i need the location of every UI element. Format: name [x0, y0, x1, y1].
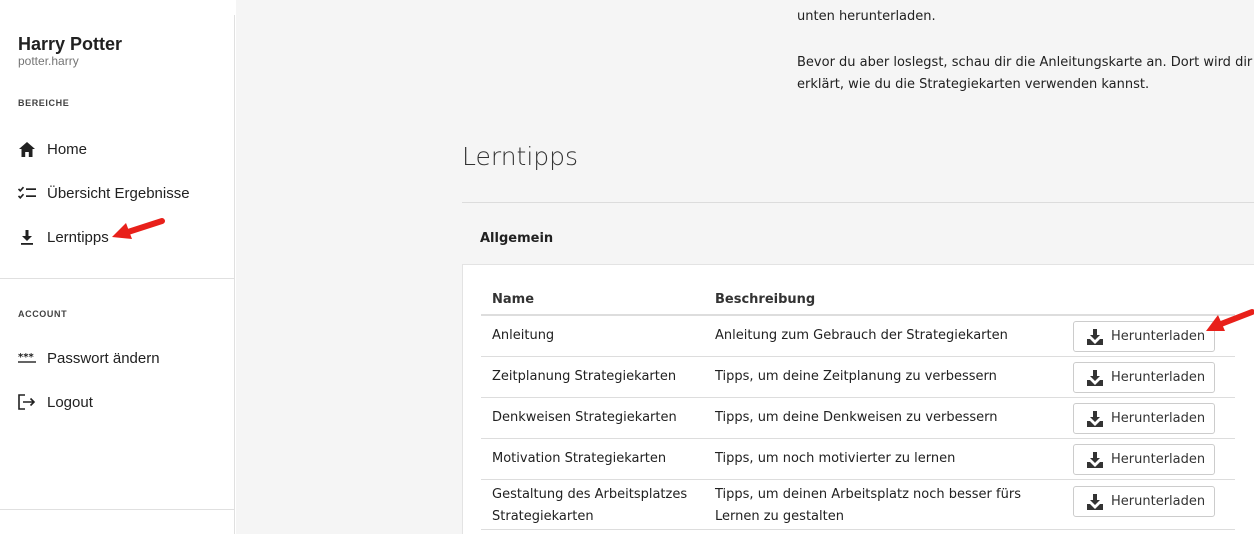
row-name: Anleitung: [492, 328, 555, 343]
table-row: Zeitplanung Strategiekarten Tipps, um de…: [481, 357, 1235, 398]
table-row: Gestaltung des Arbeitsplatzes Strategiek…: [481, 480, 1235, 530]
sidebar-item-home[interactable]: Home: [0, 131, 234, 167]
intro-text-line: unten herunterladen.: [797, 9, 936, 24]
checklist-icon: [18, 184, 36, 202]
row-name: Motivation Strategiekarten: [492, 451, 667, 466]
download-button[interactable]: Herunterladen: [1073, 444, 1215, 475]
password-icon: ***: [18, 349, 36, 367]
row-name: Zeitplanung Strategiekarten: [492, 369, 677, 384]
section-subheading: Allgemein: [480, 231, 554, 246]
download-button-label: Herunterladen: [1111, 452, 1206, 467]
download-icon: [1087, 411, 1103, 427]
column-header-beschreibung: Beschreibung: [715, 292, 816, 307]
download-button-label: Herunterladen: [1111, 370, 1206, 385]
download-button-label: Herunterladen: [1111, 411, 1206, 426]
row-description: Tipps, um deine Denkweisen zu verbessern: [715, 410, 998, 425]
table-header: Name Beschreibung: [481, 289, 1235, 316]
row-description: Anleitung zum Gebrauch der Strategiekart…: [715, 328, 1008, 343]
row-description: Tipps, um noch motivierter zu lernen: [715, 451, 956, 466]
user-name: Harry Potter: [18, 34, 123, 54]
sidebar-divider: [0, 509, 234, 510]
main-content: unten herunterladen. Bevor du aber losle…: [236, 0, 1254, 534]
sidebar-item-label: Passwort ändern: [47, 349, 160, 367]
table-row: Anleitung Anleitung zum Gebrauch der Str…: [481, 316, 1235, 357]
download-button[interactable]: Herunterladen: [1073, 403, 1215, 434]
app-window: Harry Potter potter.harry BEREICHE Home …: [0, 0, 1254, 534]
logout-icon: [18, 393, 36, 411]
download-icon: [1087, 329, 1103, 345]
sidebar-item-label: Übersicht Ergebnisse: [47, 184, 190, 202]
sidebar-divider: [0, 278, 234, 279]
sidebar-item-uebersicht-ergebnisse[interactable]: Übersicht Ergebnisse: [0, 175, 234, 211]
section-label-account: ACCOUNT: [18, 309, 68, 319]
sidebar-item-label: Logout: [47, 393, 93, 411]
download-icon: [1087, 370, 1103, 386]
downloads-table: Name Beschreibung Anleitung Anleitung zu…: [481, 289, 1235, 530]
title-divider: [462, 202, 1254, 203]
sidebar-item-label: Lerntipps: [47, 228, 109, 246]
column-header-name: Name: [492, 292, 535, 307]
download-button-label: Herunterladen: [1111, 494, 1206, 509]
sidebar: Harry Potter potter.harry BEREICHE Home …: [0, 15, 235, 534]
download-button[interactable]: Herunterladen: [1073, 362, 1215, 393]
sidebar-item-logout[interactable]: Logout: [0, 384, 234, 420]
page-title: Lerntipps: [462, 142, 579, 171]
download-icon: [18, 228, 36, 246]
table-row: Motivation Strategiekarten Tipps, um noc…: [481, 439, 1235, 480]
row-name: Gestaltung des Arbeitsplatzes Strategiek…: [492, 487, 688, 524]
table-row: Denkweisen Strategiekarten Tipps, um dei…: [481, 398, 1235, 439]
row-description: Tipps, um deine Zeitplanung zu verbesser…: [715, 369, 997, 384]
download-button-label: Herunterladen: [1111, 329, 1206, 344]
intro-paragraph: Bevor du aber loslegst, schau dir die An…: [797, 55, 1253, 92]
row-description: Tipps, um deinen Arbeitsplatz noch besse…: [715, 487, 1021, 524]
home-icon: [18, 140, 36, 158]
downloads-card: Name Beschreibung Anleitung Anleitung zu…: [462, 264, 1254, 534]
download-button[interactable]: Herunterladen: [1073, 486, 1215, 517]
download-icon: [1087, 494, 1103, 510]
sidebar-item-passwort-aendern[interactable]: *** Passwort ändern: [0, 340, 234, 376]
download-button[interactable]: Herunterladen: [1073, 321, 1215, 352]
download-icon: [1087, 452, 1103, 468]
sidebar-item-label: Home: [47, 140, 88, 158]
row-name: Denkweisen Strategiekarten: [492, 410, 677, 425]
sidebar-item-lerntipps[interactable]: Lerntipps: [0, 219, 234, 255]
section-label-bereiche: BEREICHE: [18, 98, 70, 108]
user-login: potter.harry: [18, 54, 79, 68]
